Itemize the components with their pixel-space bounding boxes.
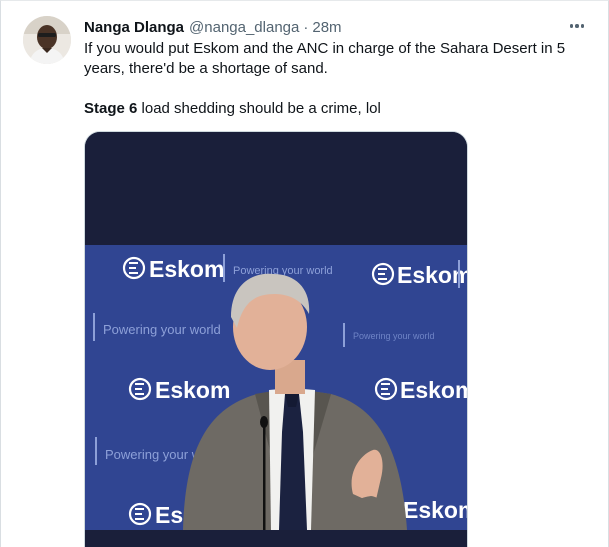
tweet-card[interactable]: Nanga Dlanga @nanga_dlanga · 28m If you … (0, 0, 609, 547)
backdrop-brand: Eskom (149, 256, 224, 282)
author-name[interactable]: Nanga Dlanga (84, 19, 184, 36)
tweet-text-line: Stage 6 load shedding should be a crime,… (84, 99, 584, 119)
backdrop-brand: Eskom (403, 497, 468, 523)
backdrop-brand: Eskom (155, 377, 230, 403)
more-horizontal-icon[interactable] (566, 15, 588, 37)
backdrop-brand: Eskom (400, 377, 468, 403)
backdrop-slogan: Powering your world (353, 331, 435, 341)
tweet-text-rest: load shedding should be a crime, lol (137, 100, 381, 117)
author-handle[interactable]: @nanga_dlanga (189, 19, 299, 36)
tweet-timestamp[interactable]: 28m (312, 19, 341, 36)
media-photo: Eskom Powering your world Eskom Powering… (85, 132, 468, 547)
header-separator: · (303, 18, 309, 36)
tweet-text-bold: Stage 6 (84, 100, 138, 117)
tweet-header: Nanga Dlanga @nanga_dlanga · 28m (84, 17, 342, 37)
backdrop-brand: Eskom (397, 262, 468, 288)
avatar[interactable] (23, 16, 71, 64)
avatar-image (23, 16, 71, 64)
backdrop-slogan: Powering your world (103, 322, 221, 337)
tweet-text: If you would put Eskom and the ANC in ch… (84, 39, 584, 119)
tweet-text-line: If you would put Eskom and the ANC in ch… (84, 40, 566, 77)
tweet-media[interactable]: Eskom Powering your world Eskom Powering… (84, 131, 468, 547)
